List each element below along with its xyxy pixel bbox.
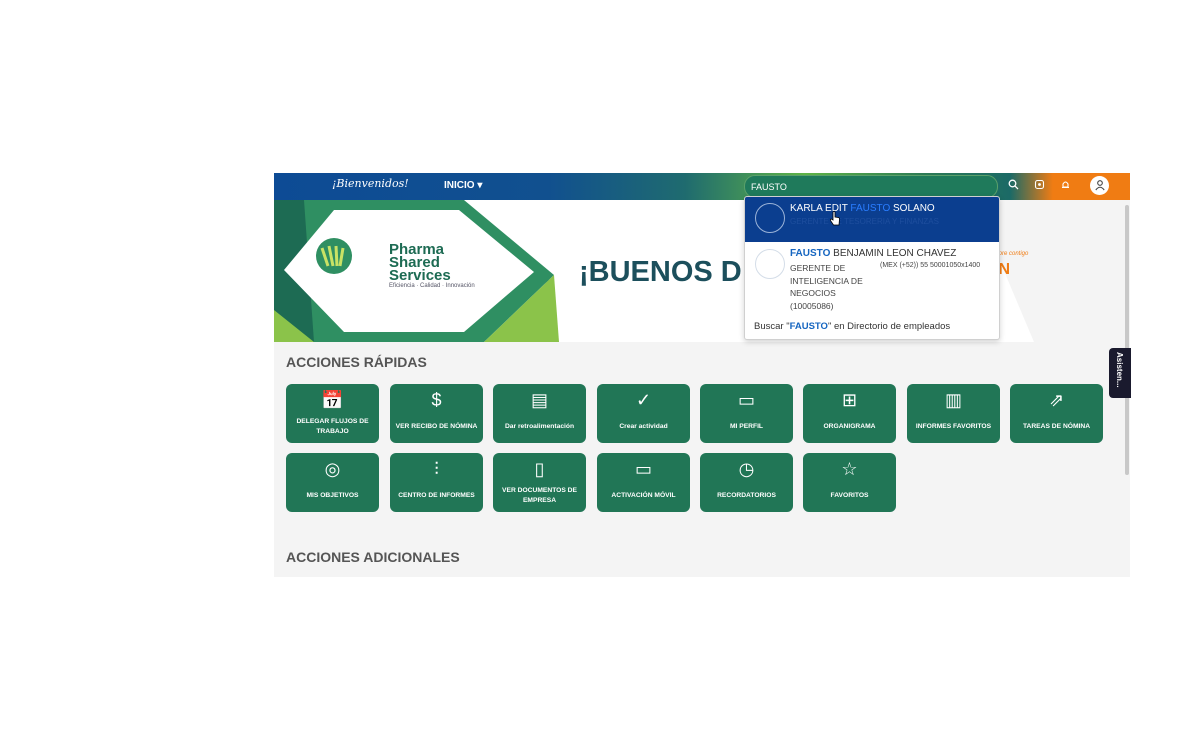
help-icon[interactable]	[1032, 179, 1046, 193]
quick-action-label: MIS OBJETIVOS	[306, 492, 359, 499]
quick-action-tile[interactable]: ⇗ TAREAS DE NÓMINA	[1010, 384, 1103, 443]
result-avatar	[755, 203, 785, 233]
quick-action-label: FAVORITOS	[830, 492, 869, 499]
user-avatar-icon[interactable]	[1090, 176, 1109, 195]
clipboard-check-icon: ✓	[635, 390, 652, 410]
id-card-icon: ▭	[737, 390, 755, 410]
quick-action-tile[interactable]: ▭ ACTIVACIÓN MÓVIL	[597, 453, 690, 512]
quick-action-tile[interactable]: ✓ Crear actividad	[597, 384, 690, 443]
quick-action-tile[interactable]: ▥ INFORMES FAVORITOS	[907, 384, 1000, 443]
chart-icon: ⫶	[434, 459, 439, 479]
search-result-item[interactable]: KARLA EDIT FAUSTO SOLANO GERENTE DE TESO…	[745, 197, 999, 242]
payslip-icon: $	[431, 390, 442, 410]
pharma-logo-icon	[316, 238, 352, 274]
favorites-star-icon: ☆	[841, 459, 858, 479]
company-logo-text: Pharma Shared Services	[389, 242, 451, 284]
greeting-text: ¡BUENOS D	[579, 256, 742, 288]
logo-line-3: Services	[389, 267, 451, 284]
quick-action-tile[interactable]: ◎ MIS OBJETIVOS	[286, 453, 379, 512]
search-icon[interactable]	[1006, 179, 1020, 193]
reminder-icon: ◷	[738, 459, 755, 479]
result-job-title: GERENTE DE INTELIGENCIA DE NEGOCIOS (100…	[790, 263, 863, 311]
quick-action-label: INFORMES FAVORITOS	[915, 423, 992, 430]
quick-action-tile[interactable]: ▯ VER DOCUMENTOS DE EMPRESA	[493, 453, 586, 512]
quick-action-label: RECORDATORIOS	[717, 492, 776, 499]
top-navigation-bar: ¡Bienvenidos! INICIO ▾	[274, 173, 1130, 200]
quick-action-tile[interactable]: ▤ Dar retroalimentación	[493, 384, 586, 443]
search-input[interactable]	[749, 178, 983, 196]
quick-action-label: Crear actividad	[619, 423, 668, 430]
quick-action-tile[interactable]: $ VER RECIBO DE NÓMINA	[390, 384, 483, 443]
quick-action-label: CENTRO DE INFORMES	[398, 492, 475, 499]
result-name: KARLA EDIT FAUSTO SOLANO	[790, 203, 935, 214]
app-window: ¡Bienvenidos! INICIO ▾ FAUSTO Pharma Sha…	[274, 173, 1130, 577]
scrollbar[interactable]	[1125, 205, 1129, 475]
delegate-calendar-icon: 📅	[321, 390, 344, 410]
reports-icon: ▥	[944, 390, 962, 410]
quick-action-tile[interactable]: ▭ MI PERFIL	[700, 384, 793, 443]
welcome-logo[interactable]: ¡Bienvenidos!	[332, 177, 409, 190]
quick-action-tile[interactable]: ☆ FAVORITOS	[803, 453, 896, 512]
quick-actions-title: ACCIONES RÁPIDAS	[286, 354, 427, 370]
quick-action-label: VER DOCUMENTOS DE EMPRESA	[502, 487, 577, 504]
search-results-dropdown: KARLA EDIT FAUSTO SOLANO GERENTE DE TESO…	[744, 196, 1000, 340]
quick-action-tile[interactable]: 📅 DELEGAR FLUJOS DE TRABAJO	[286, 384, 379, 443]
logo-tagline: Eficiencia · Calidad · Innovación	[389, 283, 475, 289]
quick-action-label: DELEGAR FLUJOS DE TRABAJO	[296, 418, 369, 435]
quick-action-label: TAREAS DE NÓMINA	[1022, 423, 1091, 430]
mobile-device-icon: ▭	[634, 459, 652, 479]
assistant-tab[interactable]: Asisten...	[1109, 348, 1131, 398]
assistant-label: Asisten...	[1115, 352, 1124, 388]
payroll-tasks-icon: ⇗	[1048, 390, 1065, 410]
result-name: FAUSTO BENJAMIN LEON CHAVEZ	[790, 248, 957, 259]
inicio-menu[interactable]: INICIO ▾	[444, 180, 482, 191]
document-icon: ▯	[534, 459, 545, 479]
additional-actions-title: ACCIONES ADICIONALES	[286, 549, 460, 565]
quick-action-tile[interactable]: ⊞ ORGANIGRAMA	[803, 384, 896, 443]
directory-search-link[interactable]: Buscar "FAUSTO" en Directorio de emplead…	[754, 321, 950, 332]
search-box[interactable]	[744, 175, 998, 198]
welcome-banner: Pharma Shared Services Eficiencia · Cali…	[274, 200, 1130, 342]
target-icon: ◎	[324, 459, 341, 479]
quick-action-tile[interactable]: ⫶ CENTRO DE INFORMES	[390, 453, 483, 512]
quick-action-label: MI PERFIL	[729, 423, 764, 430]
quick-action-label: ACTIVACIÓN MÓVIL	[611, 492, 676, 499]
result-detail: GERENTE DE TESORERIA Y FINANZAS	[790, 217, 939, 226]
quick-action-label: VER RECIBO DE NÓMINA	[395, 423, 478, 430]
feedback-icon: ▤	[530, 390, 548, 410]
quick-action-label: Dar retroalimentación	[504, 423, 575, 430]
org-chart-icon: ⊞	[841, 390, 858, 410]
result-avatar	[755, 249, 785, 279]
notifications-icon[interactable]	[1058, 179, 1072, 193]
mouse-pointer-icon	[829, 211, 840, 226]
quick-action-tile[interactable]: ◷ RECORDATORIOS	[700, 453, 793, 512]
result-phone: (MEX (+52)) 55 50001050x1400	[880, 262, 981, 269]
quick-action-label: ORGANIGRAMA	[823, 423, 876, 430]
